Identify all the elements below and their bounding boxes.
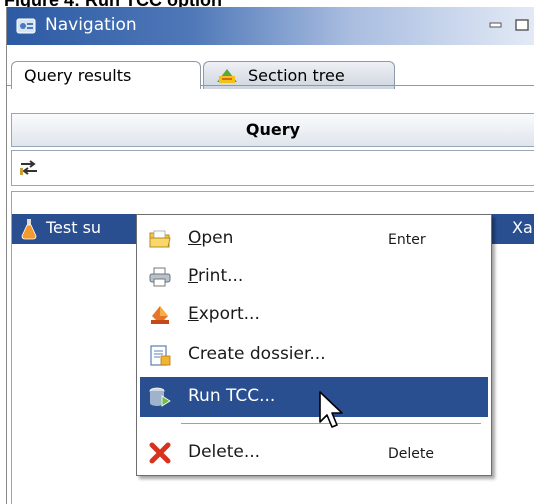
tab-query-results[interactable]: Query results	[11, 61, 201, 89]
maximize-icon[interactable]	[515, 19, 529, 31]
filter-bar	[11, 150, 534, 186]
context-menu: Open Enter Print... Export... Create dos…	[136, 214, 492, 476]
navigation-icon	[16, 18, 36, 34]
tab-bar: Query results Section tree	[7, 45, 534, 89]
menu-item-run-tcc-label: Run TCC...	[188, 386, 276, 406]
menu-item-export-label: Export...	[188, 304, 260, 324]
section-tree-icon	[217, 69, 237, 83]
export-icon	[151, 306, 169, 324]
tab-section-tree-label: Section tree	[248, 66, 345, 85]
view-titlebar: Navigation	[7, 7, 534, 45]
minimize-icon[interactable]	[489, 19, 503, 31]
menu-item-delete[interactable]: Delete... Delete	[140, 435, 488, 471]
list-item-label: Test su	[46, 218, 102, 237]
open-folder-icon	[149, 230, 171, 248]
menu-item-print-label: Print...	[188, 266, 244, 286]
menu-item-delete-shortcut: Delete	[388, 446, 434, 462]
menu-item-export[interactable]: Export...	[140, 297, 488, 333]
run-tcc-icon	[149, 387, 171, 407]
tab-query-results-label: Query results	[24, 66, 132, 85]
create-dossier-icon	[150, 345, 171, 366]
filter-icon[interactable]	[18, 159, 40, 177]
view-title: Navigation	[45, 15, 137, 35]
list-item-label-right: Xan	[512, 218, 534, 237]
flask-icon	[21, 219, 37, 240]
menu-item-create-dossier-label: Create dossier...	[188, 344, 326, 364]
menu-item-open[interactable]: Open Enter	[140, 221, 488, 257]
mouse-pointer-icon	[319, 391, 343, 428]
menu-item-open-label: Open	[188, 228, 234, 248]
menu-item-run-tcc[interactable]: Run TCC...	[140, 377, 488, 417]
menu-item-delete-label: Delete...	[188, 442, 261, 462]
menu-item-open-shortcut: Enter	[388, 232, 426, 248]
column-header-query[interactable]: Query	[11, 113, 534, 147]
menu-item-print[interactable]: Print...	[140, 259, 488, 295]
delete-x-icon	[149, 442, 171, 464]
menu-item-create-dossier[interactable]: Create dossier...	[140, 337, 488, 373]
printer-icon	[149, 267, 171, 287]
